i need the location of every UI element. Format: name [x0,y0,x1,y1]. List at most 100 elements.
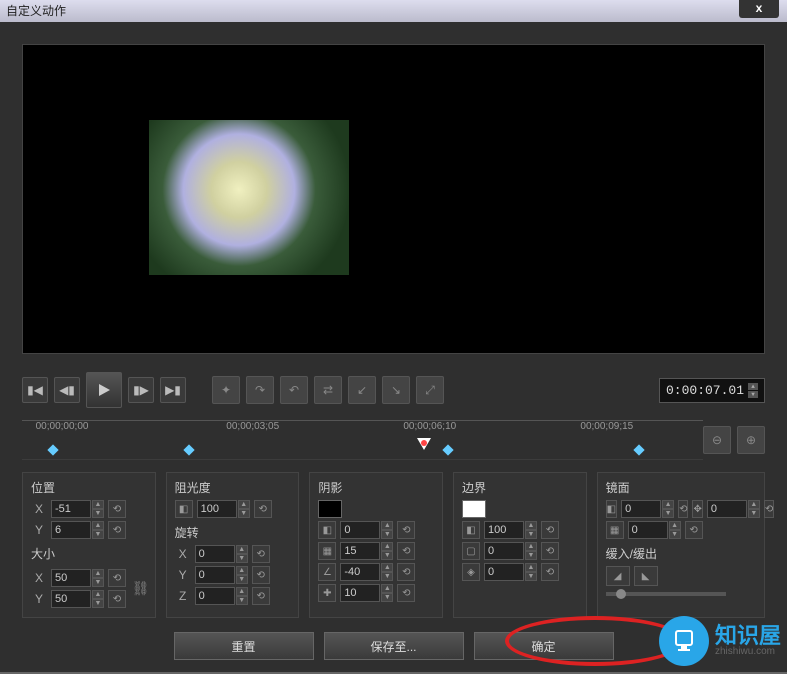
shadow-v2-input[interactable] [340,542,380,560]
zoom-out-button[interactable]: ⊖ [703,426,731,454]
keyframe-track[interactable] [22,440,703,460]
move-icon[interactable]: ✥ [692,500,702,518]
dialog-body: ▮◀ ◀▮ ▮▶ ▶▮ ✦ ↷ ↶ ⇄ ↙ ↘ ⤢ 0:00:07.01 ▲▼ … [0,22,787,672]
pos-y-input[interactable] [51,521,91,539]
keyframe-marker[interactable] [443,444,454,455]
watermark-badge-icon [659,616,709,666]
title-bar: 自定义动作 x [0,0,787,22]
timecode-spinner[interactable]: ▲▼ [748,383,758,398]
go-end-button[interactable]: ▶▮ [160,377,186,403]
delete-keyframe-button[interactable]: ⤢ [416,376,444,404]
reset-icon[interactable]: ⟲ [252,587,270,605]
ease-slider[interactable] [606,592,726,596]
reset-icon[interactable]: ⟲ [252,545,270,563]
reset-icon[interactable]: ⟲ [397,542,415,560]
reset-icon[interactable]: ⟲ [685,521,703,539]
mirror-v3-input[interactable] [707,500,747,518]
shadow-v4-input[interactable] [340,584,380,602]
reverse-keyframe-button[interactable]: ⇄ [314,376,342,404]
opacity-rotation-panel: 阻光度 ◧ ▲▼ ⟲ 旋转 X ▲▼ ⟲ Y ▲▼ ⟲ Z ▲▼ ⟲ [166,472,300,618]
preview-viewport [22,44,765,354]
reset-icon[interactable]: ⟲ [108,569,126,587]
keyframe-marker[interactable] [184,444,195,455]
reset-icon[interactable]: ⟲ [541,521,559,539]
mirror-distance-icon: ▦ [606,521,624,539]
step-fwd-button[interactable]: ▮▶ [128,377,154,403]
shadow-v3-input[interactable] [340,563,380,581]
preview-clip-thumbnail[interactable] [149,120,349,275]
reset-icon[interactable]: ⟲ [108,590,126,608]
reset-icon[interactable]: ⟲ [397,563,415,581]
size-y-input[interactable] [51,590,91,608]
timecode-display[interactable]: 0:00:07.01 ▲▼ [659,378,765,403]
prev-keyframe-button[interactable]: ↶ [280,376,308,404]
shadow-blur-icon: ▦ [318,542,336,560]
reset-icon[interactable]: ⟲ [541,542,559,560]
size-heading: 大小 [31,545,147,562]
reset-icon[interactable]: ⟲ [678,500,688,518]
shadow-panel: 阴影 ◧ ▲▼ ⟲ ▦ ▲▼ ⟲ ∠ ▲▼ ⟲ ✚ ▲▼ ⟲ [309,472,443,618]
play-button[interactable] [86,372,122,408]
rot-y-input[interactable] [195,566,235,584]
border-v3-input[interactable] [484,563,524,581]
add-keyframe-button[interactable]: ✦ [212,376,240,404]
ok-button[interactable]: 确定 [474,632,614,660]
opacity-heading: 阻光度 [175,479,291,496]
pos-y-label: Y [31,523,47,537]
reset-icon[interactable]: ⟲ [541,563,559,581]
shadow-v1-input[interactable] [340,521,380,539]
go-start-button[interactable]: ▮◀ [22,377,48,403]
size-x-input[interactable] [51,569,91,587]
mirror-v2-input[interactable] [628,521,668,539]
border-panel: 边界 ◧ ▲▼ ⟲ ▢ ▲▼ ⟲ ◈ ▲▼ ⟲ [453,472,587,618]
border-opacity-icon: ◧ [462,521,480,539]
border-color-swatch[interactable] [462,500,486,518]
playback-toolbar: ▮◀ ◀▮ ▮▶ ▶▮ ✦ ↷ ↶ ⇄ ↙ ↘ ⤢ 0:00:07.01 ▲▼ [10,366,777,414]
step-back-button[interactable]: ◀▮ [54,377,80,403]
watermark-text: 知识屋 zhishiwu.com [715,625,781,657]
position-size-panel: 位置 X ▲▼ ⟲ Y ▲▼ ⟲ 大小 X ▲▼ ⟲ [22,472,156,618]
link-aspect-icon[interactable]: ⛓ [135,566,147,611]
reset-icon[interactable]: ⟲ [254,500,272,518]
rot-z-input[interactable] [195,587,235,605]
move-left-button[interactable]: ↙ [348,376,376,404]
ease-heading: 缓入/缓出 [606,545,756,562]
timecode-value: 0:00:07.01 [666,383,744,398]
zoom-in-button[interactable]: ⊕ [737,426,765,454]
reset-icon[interactable]: ⟲ [397,521,415,539]
reset-icon[interactable]: ⟲ [108,500,126,518]
reset-icon[interactable]: ⟲ [397,584,415,602]
opacity-input[interactable] [197,500,237,518]
move-right-button[interactable]: ↘ [382,376,410,404]
reset-icon[interactable]: ⟲ [252,566,270,584]
pos-x-input[interactable] [51,500,91,518]
border-heading: 边界 [462,479,578,496]
spin-down-icon[interactable]: ▼ [92,509,104,518]
property-panels: 位置 X ▲▼ ⟲ Y ▲▼ ⟲ 大小 X ▲▼ ⟲ [10,472,777,618]
keyframe-marker[interactable] [48,444,59,455]
mirror-v1-input[interactable] [621,500,661,518]
ease-out-icon[interactable]: ◣ [634,566,658,586]
ruler-tick-1: 00;00;03;05 [226,421,279,432]
save-to-button[interactable]: 保存至... [324,632,464,660]
close-button[interactable]: x [739,0,779,18]
reset-icon[interactable]: ⟲ [764,500,774,518]
border-soft-icon: ◈ [462,563,480,581]
ease-in-icon[interactable]: ◢ [606,566,630,586]
border-v2-input[interactable] [484,542,524,560]
next-keyframe-button[interactable]: ↷ [246,376,274,404]
spin-up-icon[interactable]: ▲ [92,500,104,509]
shadow-color-swatch[interactable] [318,500,342,518]
border-v1-input[interactable] [484,521,524,539]
timeline-ruler[interactable]: 00;00;00;00 00;00;03;05 00;00;06;10 00;0… [22,420,703,438]
reset-button[interactable]: 重置 [174,632,314,660]
playhead[interactable] [417,438,431,450]
position-heading: 位置 [31,479,147,496]
rot-x-input[interactable] [195,545,235,563]
mirror-ease-panel: 镜面 ◧ ▲▼ ⟲ ✥ ▲▼ ⟲ ▦ ▲▼ ⟲ 缓入/缓出 ◢ ◣ [597,472,765,618]
keyframe-marker[interactable] [633,444,644,455]
ruler-tick-3: 00;00;09;15 [580,421,633,432]
shadow-heading: 阴影 [318,479,434,496]
size-x-label: X [31,571,47,585]
reset-icon[interactable]: ⟲ [108,521,126,539]
